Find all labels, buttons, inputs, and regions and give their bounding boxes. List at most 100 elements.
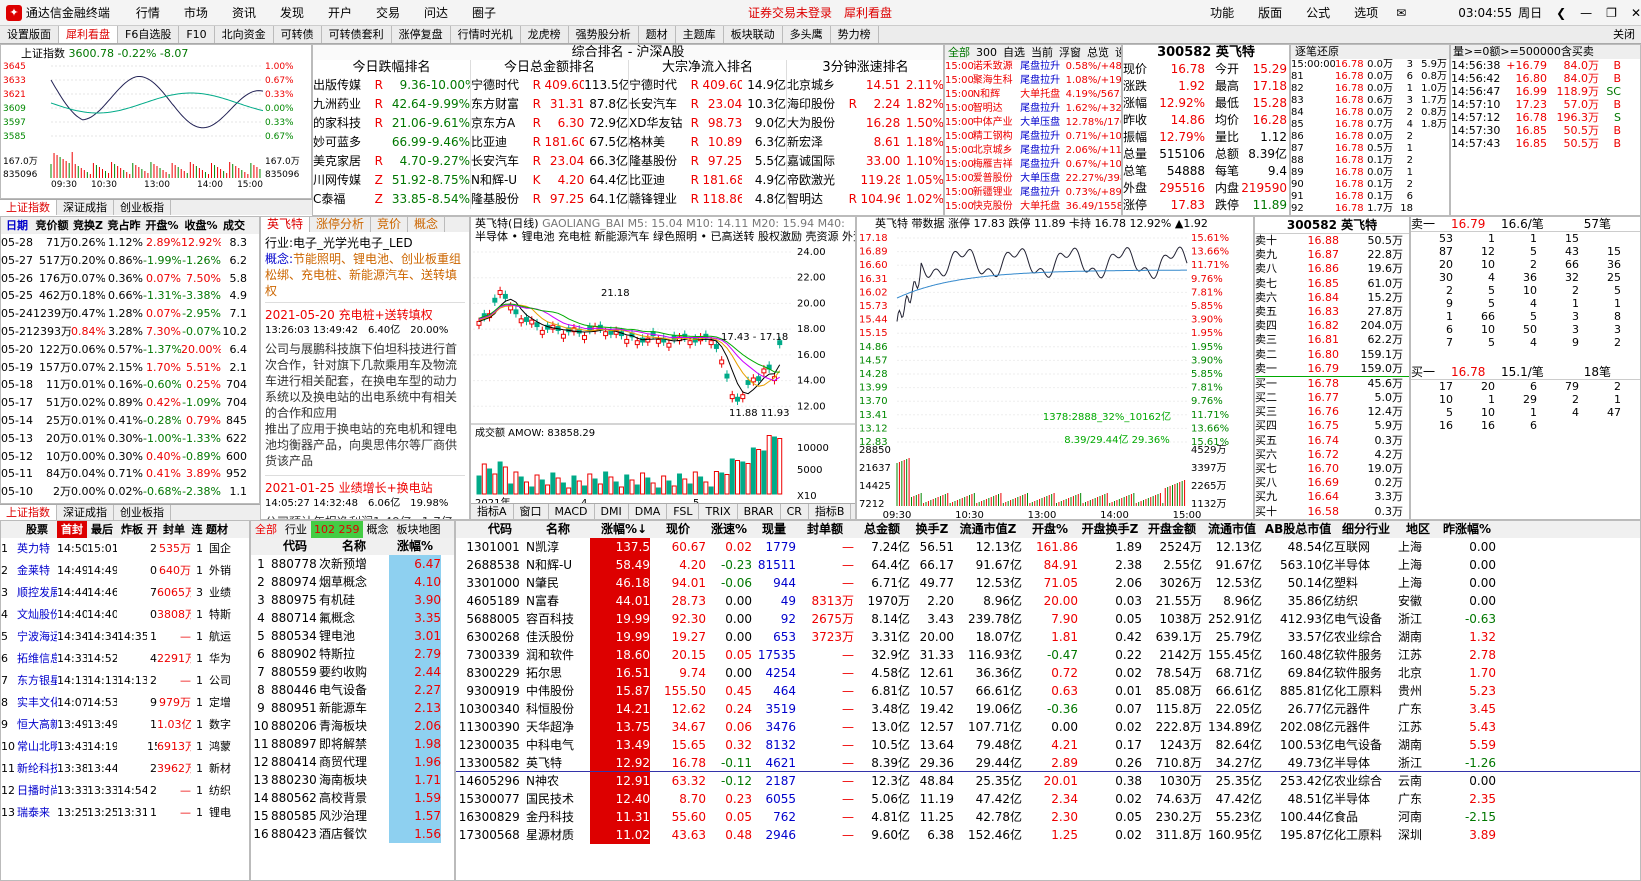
stock-row[interactable]: 15 300077 国民技术 12.40 8.70 0.23 6055—5.06亿 11.19…: [456, 790, 1640, 808]
signal-tab-0[interactable]: 全部: [945, 45, 973, 60]
order-book-row[interactable]: 买六 16.72 4.2万: [1255, 448, 1409, 462]
kline-indicator-tab-0[interactable]: 指标A: [471, 504, 514, 519]
stock-row[interactable]: 4 605189 N富春 44.01 28.73 0.00 49 8313万 1970万 2.20…: [456, 592, 1640, 610]
order-book-row[interactable]: 买三 16.76 12.4万: [1255, 405, 1409, 419]
rank-row[interactable]: 海印股份 R 2.24 1.82%: [787, 95, 943, 114]
daily-row[interactable]: 05-12 10万 0.00% 0.30% 0.40% -0.89% 600: [1, 448, 259, 466]
signal-tab-6[interactable]: 设置: [1112, 45, 1121, 60]
news-headline[interactable]: 2021-05-20 充电桩+送转填权: [265, 307, 465, 323]
rank-row[interactable]: 嘉诚国际 33.00 1.10%: [787, 152, 943, 171]
stock-row[interactable]: 17 300568 星源材质 11.02 43.63 0.48 2946—9.60亿 6.38…: [456, 826, 1640, 844]
order-book-row[interactable]: 卖一 16.79 159.0万: [1255, 362, 1409, 376]
stock-row[interactable]: 8 300229 拓尔思 16.51 9.74 0.00 4254—4.58亿 12.61 36…: [456, 664, 1640, 682]
stock-row[interactable]: 3 301000 N肇民 46.18 94.01 -0.06 944—6.71亿 49.77 1…: [456, 574, 1640, 592]
rank-row[interactable]: XD华友钴 R 98.73 9.0亿: [629, 114, 786, 133]
layout-tab-12[interactable]: 主题库: [676, 26, 724, 43]
rank-row[interactable]: 宁德时代 R 409.60 113.5亿: [471, 76, 628, 95]
tick-title[interactable]: 逐笔还原: [1295, 45, 1339, 58]
layout-tab-9[interactable]: 龙虎榜: [521, 26, 569, 43]
stock-row[interactable]: 11 300390 天华超净 13.75 34.67 0.06 3476—13.0亿 12.5…: [456, 718, 1640, 736]
layout-tab-7[interactable]: 涨停复盘: [392, 26, 451, 43]
rank-row[interactable]: 大为股份 16.28 1.50%: [787, 114, 943, 133]
menu-item-5[interactable]: 交易: [364, 4, 412, 21]
kline-indicator-tab-9[interactable]: 指标B: [809, 504, 852, 519]
layout-tab-5[interactable]: 可转债: [274, 26, 322, 43]
order-book-row[interactable]: 买七 16.70 19.0万: [1255, 462, 1409, 476]
order-book-row[interactable]: 卖七 16.85 61.0万: [1255, 277, 1409, 291]
signal-row[interactable]: 15:00爱普股份大单压盘22.27%/3984: [945, 172, 1121, 186]
daily-tab-1[interactable]: 深证成指: [57, 505, 114, 520]
limit-row[interactable]: 6拓维信息14:3314:5242291万1华为: [1, 648, 249, 670]
big-order-row[interactable]: 14:57:10 17.23 57.0万 B: [1451, 98, 1640, 111]
order-book-row[interactable]: 卖四 16.82 204.0万: [1255, 319, 1409, 333]
daily-row[interactable]: 05-24 1239万 0.47% 1.28% 0.07% -2.95% 7.1: [1, 305, 259, 323]
rank-row[interactable]: 智明达 R 104.96 1.02%: [787, 190, 943, 209]
board-row[interactable]: 4 880714 氟概念 3.35: [251, 609, 454, 627]
order-book-row[interactable]: 买五 16.74 0.3万: [1255, 434, 1409, 448]
rank-row[interactable]: 长安汽车 R 23.04 66.3亿: [471, 152, 628, 171]
layout-tab-3[interactable]: F10: [179, 26, 215, 43]
order-book-row[interactable]: 买四 16.75 5.9万: [1255, 419, 1409, 433]
layout-tab-10[interactable]: 强势股分析: [569, 26, 639, 43]
kline-indicator-tab-3[interactable]: DMI: [595, 504, 629, 519]
layout-tab-14[interactable]: 多头鹰: [783, 26, 831, 43]
news-headline[interactable]: 2021-01-25 业绩增长+换电站: [265, 480, 465, 496]
daily-row[interactable]: 05-28 71万 0.26% 1.12% 2.89% 12.92% 8.3: [1, 234, 259, 252]
board-row[interactable]: 12 880414 商贸代理 1.96: [251, 753, 454, 771]
daily-row[interactable]: 05-17 51万 0.02% 0.89% 0.42% -1.09% 704: [1, 394, 259, 412]
rank-row[interactable]: 格林美 R 10.89 6.3亿: [629, 133, 786, 152]
login-notice[interactable]: 证券交易未登录: [748, 4, 832, 21]
order-book-row[interactable]: 买一 16.78 45.6万: [1255, 377, 1409, 391]
rank-row[interactable]: 隆基股份 R 97.25 5.5亿: [629, 152, 786, 171]
news-tab-1[interactable]: 涨停分析: [310, 217, 372, 232]
rank-row[interactable]: 妙可蓝多 66.99 -9.46%: [313, 133, 470, 152]
menu-item-6[interactable]: 问达: [412, 4, 460, 21]
stock-row[interactable]: 10 300340 科恒股份 14.21 12.62 0.24 3519—3.48亿 19.4…: [456, 700, 1640, 718]
signal-tab-3[interactable]: 当前: [1028, 45, 1056, 60]
order-book-row[interactable]: 卖九 16.87 22.8万: [1255, 248, 1409, 262]
signal-tab-1[interactable]: 300: [973, 45, 1000, 60]
board-tab-0[interactable]: 全部: [251, 521, 281, 538]
index-tab-2[interactable]: 创业板指: [114, 200, 171, 215]
signal-row[interactable]: 15:00梅雁吉祥尾盘拉升0.67%/+1068: [945, 158, 1121, 172]
order-book-row[interactable]: 卖五 16.83 27.8万: [1255, 305, 1409, 319]
signal-row[interactable]: 15:00聚海生科尾盘拉升1.08%/+191: [945, 74, 1121, 88]
stock-row[interactable]: 7 300339 润和软件 18.60 20.15 0.05 17535—32.9亿 31.3…: [456, 646, 1640, 664]
signal-tab-4[interactable]: 浮窗: [1056, 45, 1084, 60]
board-row[interactable]: 8 880446 电气设备 2.27: [251, 681, 454, 699]
mail-icon[interactable]: ✉: [1396, 6, 1406, 20]
stock-row[interactable]: 14 605296 N神农 12.91 63.32 -0.12 2187—12.3亿 48.8…: [456, 772, 1640, 790]
layout-tab-15[interactable]: 势力榜: [831, 26, 879, 43]
minimize-icon[interactable]: —: [1580, 6, 1592, 20]
stock-row[interactable]: 12 300035 中科电气 13.49 15.65 0.32 8132—10.5亿 13.6…: [456, 736, 1640, 754]
board-tab-3[interactable]: 板块地图: [393, 521, 445, 538]
news-tab-3[interactable]: 概念: [408, 217, 446, 232]
board-row[interactable]: 14 880562 高校背景 1.59: [251, 789, 454, 807]
daily-row[interactable]: 05-26 176万 0.07% 0.36% 0.07% 7.50% 5.8: [1, 270, 259, 288]
layout-tab-8[interactable]: 行情时光机: [451, 26, 521, 43]
daily-row[interactable]: 05-10 2万 0.00% 0.02% -0.68% -2.38% 1.1: [1, 483, 259, 501]
limit-row[interactable]: 12 日播时尚 13:33 13:33 14:54 2—1 纺织: [1, 780, 249, 802]
daily-row[interactable]: 05-11 84万 0.04% 0.71% 0.41% 3.89% 952: [1, 465, 259, 483]
rank-row[interactable]: C泰福 Z 33.85 -8.54%: [313, 190, 470, 209]
order-book-row[interactable]: 卖二 16.80 159.1万: [1255, 348, 1409, 362]
kline-indicator-tab-6[interactable]: TRIX: [699, 504, 738, 519]
stock-row[interactable]: 5 688005 容百科技 19.99 92.30 0.00 92 2675万 8.14亿 3.4…: [456, 610, 1640, 628]
kline-indicator-tab-7[interactable]: BRAR: [738, 504, 781, 519]
signal-row[interactable]: 15:00 中体产业 大单压盘 12.78%/176: [945, 116, 1121, 130]
rank-row[interactable]: 东方财富 R 31.31 87.8亿: [471, 95, 628, 114]
limit-row[interactable]: 11新纶科技13:3813:4423962万1新材: [1, 758, 249, 780]
daily-row[interactable]: 05-27 517万 0.20% 0.86% -1.99% -1.26% 6.2: [1, 252, 259, 270]
board-row[interactable]: 1 880778 次新预增 6.47: [251, 555, 454, 573]
layout-tab-13[interactable]: 板块联动: [724, 26, 783, 43]
order-book-row[interactable]: 卖八 16.86 19.6万: [1255, 262, 1409, 276]
rank-row[interactable]: 的家科技 R 21.06 -9.61%: [313, 114, 470, 133]
back-icon[interactable]: ❮: [1556, 6, 1566, 20]
limit-row[interactable]: 2 金莱特 14:49 14:49 0 640万 1 外销: [1, 560, 249, 582]
layout-tab-2[interactable]: F6自选股: [118, 26, 180, 43]
big-order-row[interactable]: 14:56:42 16.80 84.0万 B: [1451, 72, 1640, 85]
daily-row[interactable]: 05-20 122万 0.06% 0.57% -1.37% 20.00% 6.4: [1, 341, 259, 359]
rank-row[interactable]: 川网传媒 Z 51.92 -8.75%: [313, 171, 470, 190]
intraday-chart[interactable]: 17.18 15.61%16.89 13.66%16.60 11.71%16.31 9.…: [857, 230, 1254, 520]
stock-row[interactable]: 2 688538 N和辉-U 58.49 4.20 -0.23 81511—64.4亿 66.…: [456, 556, 1640, 574]
